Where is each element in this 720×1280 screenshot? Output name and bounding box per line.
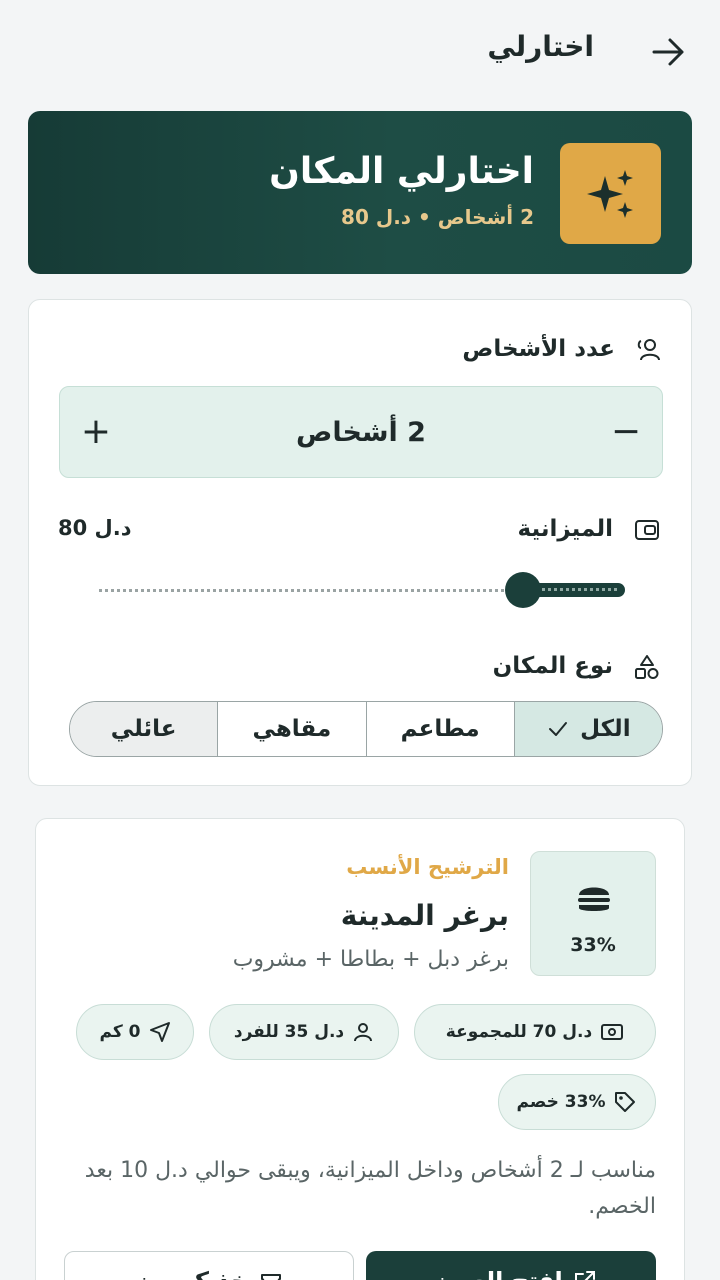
person-price-text: د.ل 35 للفرد	[233, 1022, 345, 1042]
wallet-icon	[635, 520, 659, 540]
check-icon	[549, 722, 568, 736]
budget-slider-thumb[interactable]	[505, 572, 541, 608]
hero-subtitle: 2 أشخاص • د.ل 80	[341, 205, 534, 229]
increment-button[interactable]: +	[76, 411, 116, 452]
people-stepper: − 2 أشخاص +	[59, 386, 663, 478]
tag-icon	[615, 1092, 636, 1112]
segment-family[interactable]: عائلي	[70, 702, 218, 756]
food-icon-box: 33%	[530, 851, 656, 976]
open-offer-button[interactable]: افتح العرض	[366, 1251, 656, 1280]
match-percent: 33%	[570, 934, 616, 956]
hero-title: اختارلي المكان	[269, 151, 534, 192]
recommendation-tag: الترشيح الأنسب	[346, 855, 509, 879]
filters-card: عدد الأشخاص − 2 أشخاص + الميزانية د.ل 80…	[28, 299, 692, 786]
sparkles-icon	[587, 170, 633, 218]
open-offer-label: افتح العرض	[425, 1267, 562, 1280]
segment-all-label: الكل	[580, 716, 631, 742]
users-icon	[637, 339, 660, 361]
page-title: اختارلي	[487, 30, 594, 63]
group-price-chip: د.ل 70 للمجموعة	[414, 1004, 656, 1060]
segment-restaurants-label: مطاعم	[400, 716, 480, 742]
user-icon	[354, 1023, 373, 1042]
navigation-icon	[149, 1022, 170, 1042]
burger-icon	[578, 887, 610, 911]
people-label: عدد الأشخاص	[462, 336, 615, 362]
group-price-text: د.ل 70 للمجموعة	[445, 1022, 593, 1042]
people-value: 2 أشخاص	[296, 417, 426, 448]
get-coupon-label: خذ كوبون	[135, 1267, 248, 1280]
distance-chip: 0 كم	[76, 1004, 194, 1060]
hero-icon-box	[560, 143, 661, 244]
arrow-right-icon	[652, 38, 684, 66]
budget-label: الميزانية	[517, 516, 614, 542]
recommendation-card[interactable]: 33% الترشيح الأنسب برغر المدينة برغر دبل…	[35, 818, 685, 1280]
segment-cafes-label: مقاهي	[252, 716, 332, 742]
back-button[interactable]	[650, 34, 686, 70]
hero-banner: اختارلي المكان 2 أشخاص • د.ل 80	[28, 111, 692, 274]
recommendation-note: مناسب لـ 2 أشخاص وداخل الميزانية، ويبقى …	[84, 1158, 656, 1219]
restaurant-name: برغر المدينة	[340, 899, 509, 932]
segment-all[interactable]: الكل	[513, 702, 662, 756]
discount-chip: 33% خصم	[498, 1074, 656, 1130]
segment-family-label: عائلي	[110, 716, 177, 742]
cash-icon	[601, 1024, 624, 1040]
place-type-label: نوع المكان	[492, 653, 613, 679]
offer-description: برغر دبل + بطاطا + مشروب	[232, 947, 509, 972]
budget-value: د.ل 80	[58, 516, 132, 540]
segment-cafes[interactable]: مقاهي	[217, 702, 366, 756]
top-bar: اختارلي	[0, 0, 720, 104]
external-link-icon	[574, 1271, 595, 1280]
discount-text: 33% خصم	[516, 1092, 606, 1112]
ticket-icon	[260, 1274, 281, 1280]
place-type-segmented-control: الكل مطاعم مقاهي عائلي	[69, 701, 663, 757]
segment-restaurants[interactable]: مطاعم	[365, 702, 514, 756]
get-coupon-button[interactable]: خذ كوبون	[64, 1251, 354, 1280]
distance-text: 0 كم	[99, 1022, 141, 1042]
shapes-icon	[635, 655, 659, 679]
person-price-chip: د.ل 35 للفرد	[209, 1004, 399, 1060]
